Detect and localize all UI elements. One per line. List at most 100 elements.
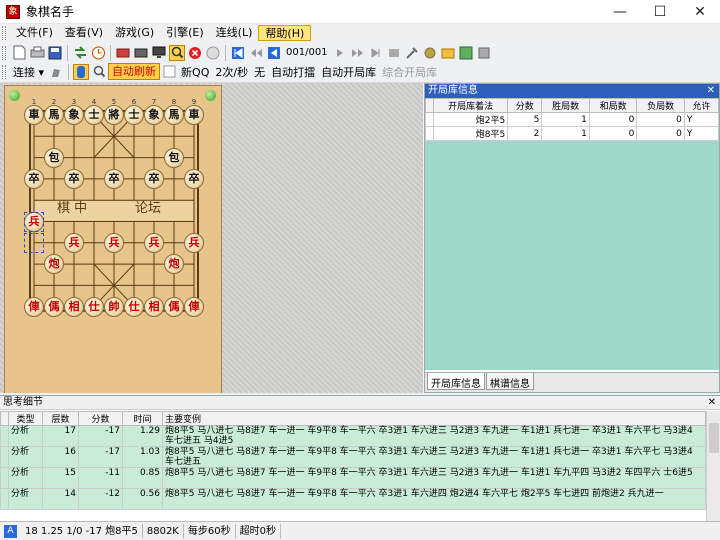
black-piece[interactable]: 車	[184, 105, 204, 125]
combine-book-button[interactable]: 综合开局库	[379, 64, 440, 80]
menubar-grip[interactable]	[2, 26, 6, 40]
auto-refresh-button[interactable]: 自动刷新	[108, 63, 161, 80]
new-file-icon[interactable]	[11, 45, 27, 61]
first-move-icon[interactable]	[230, 45, 246, 61]
column-header[interactable]: 分数	[507, 98, 543, 113]
menu-engine[interactable]: 引擎(E)	[160, 25, 210, 41]
column-header[interactable]: 胜局数	[541, 98, 590, 113]
column-header[interactable]: 和局数	[588, 98, 638, 113]
black-piece[interactable]: 象	[64, 105, 84, 125]
red-piece[interactable]: 兵	[184, 232, 204, 253]
black-piece[interactable]: 馬	[44, 105, 64, 125]
end-icon[interactable]	[386, 45, 402, 61]
minimize-button[interactable]: —	[600, 0, 640, 24]
green-indicator-icon[interactable]	[205, 90, 216, 101]
menu-game[interactable]: 游戏(G)	[109, 25, 160, 41]
export-icon[interactable]	[476, 45, 492, 61]
qq-icon[interactable]	[73, 63, 90, 80]
red-piece[interactable]: 兵	[144, 232, 164, 253]
red-piece[interactable]: 帥	[104, 296, 124, 317]
red-piece[interactable]: 炮	[44, 254, 64, 275]
clock-icon[interactable]	[90, 45, 106, 61]
layout-icon[interactable]	[458, 45, 474, 61]
red-piece[interactable]: 俥	[184, 296, 204, 317]
column-header[interactable]: 分数	[78, 411, 123, 426]
table-row[interactable]: 炮8平5 2 1 0 0 Y	[425, 126, 720, 141]
black-piece[interactable]: 卒	[24, 168, 44, 189]
menu-file[interactable]: 文件(F)	[10, 25, 59, 41]
analyze-icon[interactable]	[169, 44, 185, 61]
black-piece[interactable]: 士	[84, 105, 104, 125]
red-piece[interactable]: 傌	[164, 296, 184, 317]
chess-board[interactable]: 棋 中 论坛 123456789 九八七六五四三二一 車馬象士將士象馬車包包卒卒…	[4, 85, 222, 393]
maximize-button[interactable]: ☐	[640, 0, 680, 24]
table-row[interactable]: 分析 14 -12 0.56 炮8平5 马八进七 马8进7 车一进一 车9平8 …	[0, 488, 706, 510]
connect-dropdown[interactable]: 连接 ▾	[10, 64, 47, 80]
auto-book-button[interactable]: 自动开局库	[318, 64, 379, 80]
black-piece[interactable]: 卒	[184, 168, 204, 189]
scrollbar-thumb[interactable]	[709, 423, 719, 453]
last-move-icon[interactable]	[368, 45, 384, 61]
column-header[interactable]: 主要变例	[162, 411, 706, 426]
black-piece[interactable]: 車	[24, 105, 44, 125]
column-header[interactable]: 开局库着法	[432, 98, 509, 113]
table-row[interactable]: 分析 15 -11 0.85 炮8平5 马八进七 马8进7 车一进一 车9平8 …	[0, 467, 706, 489]
table-row[interactable]: 炮2平5 5 1 0 0 Y	[425, 112, 720, 127]
toolbar-grip[interactable]	[2, 64, 6, 79]
print-icon[interactable]	[29, 45, 45, 61]
red-piece[interactable]: 炮	[164, 254, 184, 275]
monitor-icon[interactable]	[151, 45, 167, 61]
horse-icon[interactable]	[48, 64, 64, 80]
close-icon[interactable]: ✕	[708, 396, 716, 410]
black-piece[interactable]: 卒	[64, 168, 84, 189]
menu-connect[interactable]: 连线(L)	[210, 25, 259, 41]
think-scrollbar[interactable]	[706, 411, 720, 521]
prev-move-icon[interactable]	[266, 45, 282, 61]
black-piece[interactable]: 卒	[104, 168, 124, 189]
tab-game-info[interactable]: 棋谱信息	[486, 373, 534, 390]
column-header[interactable]: 允许	[683, 98, 720, 113]
red-piece[interactable]: 傌	[44, 296, 64, 317]
red-piece[interactable]: 俥	[24, 296, 44, 317]
engine-red-icon[interactable]	[115, 45, 131, 61]
table-row[interactable]: 分析 17 -17 1.29 炮8平5 马八进七 马8进7 车一进一 车9平8 …	[0, 425, 706, 447]
black-piece[interactable]: 包	[164, 147, 184, 168]
table-row[interactable]: 分析 16 -17 1.03 炮8平5 马八进七 马8进7 车一进一 车9平8 …	[0, 446, 706, 468]
column-header[interactable]: 层数	[42, 411, 79, 426]
red-piece[interactable]: 仕	[124, 296, 144, 317]
red-piece[interactable]: 相	[144, 296, 164, 317]
red-piece[interactable]: 相	[64, 296, 84, 317]
toolbar-grip[interactable]	[2, 45, 6, 60]
save-icon[interactable]	[47, 45, 63, 61]
stop-icon[interactable]	[187, 45, 203, 61]
black-piece[interactable]: 卒	[144, 168, 164, 189]
close-window-button[interactable]: ✕	[680, 0, 720, 24]
settings-icon[interactable]	[422, 45, 438, 61]
next-fast-icon[interactable]	[350, 45, 366, 61]
column-header[interactable]: 时间	[122, 411, 163, 426]
black-piece[interactable]: 象	[144, 105, 164, 125]
flip-board-icon[interactable]	[72, 45, 88, 61]
menu-view[interactable]: 查看(V)	[59, 25, 109, 41]
black-piece[interactable]: 將	[104, 105, 124, 125]
black-piece[interactable]: 士	[124, 105, 144, 125]
undo-icon[interactable]	[205, 45, 221, 61]
engine-black-icon[interactable]	[133, 45, 149, 61]
red-piece[interactable]: 兵	[64, 232, 84, 253]
menu-help[interactable]: 帮助(H)	[258, 25, 312, 41]
green-indicator-icon[interactable]	[9, 90, 20, 101]
column-header[interactable]: 负局数	[636, 98, 685, 113]
red-piece[interactable]: 兵	[104, 232, 124, 253]
tools-icon[interactable]	[404, 45, 420, 61]
tab-book-info[interactable]: 开局库信息	[427, 373, 485, 390]
black-piece[interactable]: 馬	[164, 105, 184, 125]
search-icon[interactable]	[91, 64, 107, 80]
column-header[interactable]: 类型	[8, 411, 43, 426]
close-icon[interactable]: ✕	[707, 84, 715, 98]
black-piece[interactable]: 包	[44, 147, 64, 168]
next-move-icon[interactable]	[332, 45, 348, 61]
upload-icon[interactable]	[440, 45, 456, 61]
refresh-icon[interactable]	[161, 64, 177, 80]
prev-fast-icon[interactable]	[248, 45, 264, 61]
auto-play-button[interactable]: 自动打擂	[268, 64, 318, 80]
